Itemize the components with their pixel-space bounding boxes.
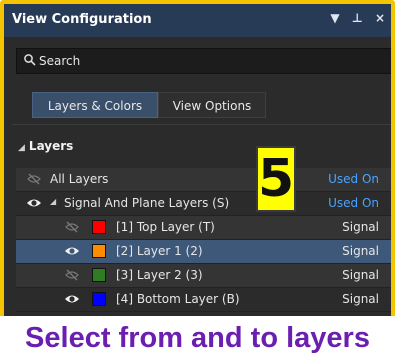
step-number-badge: 5 (256, 146, 296, 212)
panel-title: View Configuration (12, 12, 152, 27)
section-title: Layers (28, 139, 74, 153)
layer-label: All Layers (50, 172, 109, 186)
layer-color-swatch[interactable] (92, 220, 106, 234)
visibility-on-icon[interactable] (64, 292, 80, 306)
used-on-link[interactable]: Used On (328, 196, 379, 210)
collapse-arrow-icon: ◢ (18, 143, 25, 153)
layer-label: Signal And Plane Layers (S) (64, 196, 230, 210)
visibility-on-icon[interactable] (64, 244, 80, 258)
layer-type: Signal (342, 244, 379, 258)
visibility-off-icon[interactable] (64, 268, 80, 282)
search-input[interactable]: Search (16, 48, 391, 74)
layer-label: [3] Layer 2 (3) (116, 268, 203, 282)
layer-label: [4] Bottom Layer (B) (116, 292, 240, 306)
tutorial-caption: Select from and to layers (0, 316, 395, 360)
layer-list: All Layers Used On ◢ Signal And Plane La… (16, 168, 391, 312)
visibility-on-icon[interactable] (26, 196, 42, 210)
layer-type: Signal (342, 292, 379, 306)
tab-view-options[interactable]: View Options (158, 92, 266, 118)
layer-row-all-layers[interactable]: All Layers Used On (16, 168, 391, 192)
layer-color-swatch[interactable] (92, 292, 106, 306)
layer-row-signal-plane-group[interactable]: ◢ Signal And Plane Layers (S) Used On (16, 192, 391, 216)
pin-icon[interactable]: ⊥ (352, 11, 363, 25)
layer-type: Signal (342, 268, 379, 282)
layer-label: [1] Top Layer (T) (116, 220, 215, 234)
window-controls: ▼ ⊥ × (322, 11, 385, 25)
close-icon[interactable]: × (375, 11, 385, 25)
layer-color-swatch[interactable] (92, 268, 106, 282)
layer-row-bottom-layer[interactable]: [4] Bottom Layer (B) Signal (16, 288, 391, 312)
layer-color-swatch[interactable] (92, 244, 106, 258)
view-configuration-panel: View Configuration ▼ ⊥ × Search Layers &… (0, 0, 395, 360)
panel-menu-icon[interactable]: ▼ (330, 11, 339, 25)
search-placeholder: Search (39, 54, 81, 68)
divider (12, 124, 391, 125)
tab-layers-colors[interactable]: Layers & Colors (32, 92, 158, 118)
layer-label: [2] Layer 1 (2) (116, 244, 203, 258)
layer-type: Signal (342, 220, 379, 234)
panel-titlebar: View Configuration ▼ ⊥ × (4, 4, 391, 37)
visibility-off-icon[interactable] (64, 220, 80, 234)
section-header-layers[interactable]: ◢ Layers (18, 139, 73, 153)
layer-row-top-layer[interactable]: [1] Top Layer (T) Signal (16, 216, 391, 240)
used-on-link[interactable]: Used On (328, 172, 379, 186)
visibility-off-icon[interactable] (26, 172, 42, 186)
expand-arrow-icon[interactable]: ◢ (50, 197, 56, 206)
layer-row-layer-1[interactable]: [2] Layer 1 (2) Signal (16, 240, 391, 264)
search-icon (24, 54, 36, 66)
layer-row-layer-2[interactable]: [3] Layer 2 (3) Signal (16, 264, 391, 288)
